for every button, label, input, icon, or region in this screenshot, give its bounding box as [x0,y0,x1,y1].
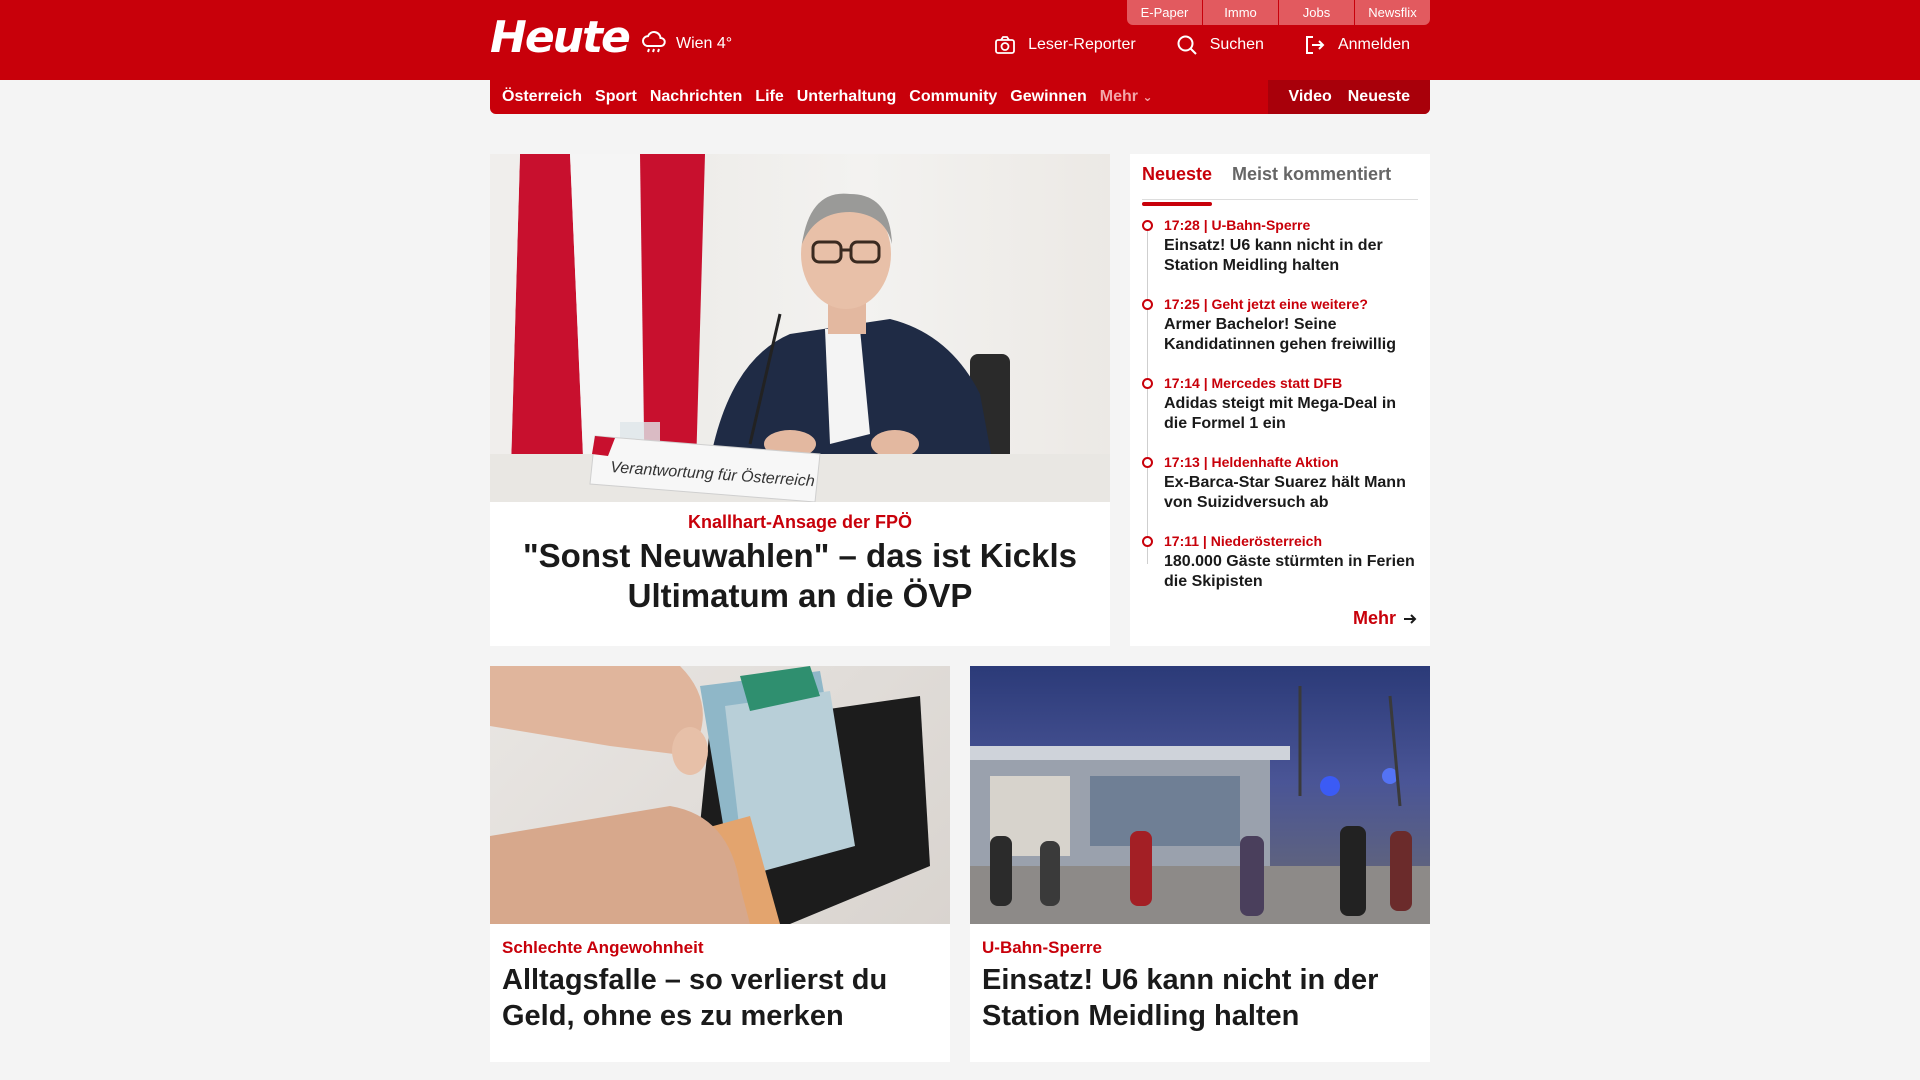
teaser-kicker[interactable]: U-Bahn-Sperre [982,938,1102,958]
timeline-dot-icon [1142,457,1153,468]
login-label: Anmelden [1337,36,1410,53]
lead-headline[interactable]: "Sonst Neuwahlen" – das ist Kickls Ultim… [510,536,1090,616]
teaser-article[interactable]: Schlechte Angewohnheit Alltagsfalle – so… [490,666,950,1062]
sidebar-more-label: Mehr [1352,608,1396,628]
teaser-image-wallet[interactable] [490,666,950,924]
login-button[interactable]: Anmelden [1304,34,1410,56]
tab-meist-kommentiert[interactable]: Meist kommentiert [1232,164,1391,199]
latest-news-sidebar: Neueste Meist kommentiert 17:28 | U-Bahn… [1130,154,1430,646]
nav-item-community[interactable]: Community [909,88,997,106]
list-item[interactable]: 17:25 | Geht jetzt eine weitere? Armer B… [1142,295,1422,374]
list-item-meta: 17:11 | Niederösterreich [1164,533,1322,549]
utility-links: E-Paper Immo Jobs Newsflix [1126,0,1430,25]
rain-cloud-icon [642,31,666,53]
nav-item-neueste[interactable]: Neueste [1348,88,1410,106]
chevron-down-icon: ⌄ [1142,90,1153,104]
nav-more-label: Mehr [1099,88,1138,105]
list-item-title[interactable]: Ex-Barca-Star Suarez hält Mann von Suizi… [1164,473,1422,513]
nav-item-sport[interactable]: Sport [595,88,637,106]
camera-icon [995,36,1015,54]
wallet-photo-illustration [490,666,930,924]
util-link-epaper[interactable]: E-Paper [1127,0,1202,25]
search-icon [1177,35,1197,55]
teaser-article[interactable]: U-Bahn-Sperre Einsatz! U6 kann nicht in … [970,666,1430,1062]
util-link-newsflix[interactable]: Newsflix [1355,0,1430,25]
nav-items: Österreich Sport Nachrichten Life Unterh… [490,88,1153,106]
teaser-headline[interactable]: Alltagsfalle – so verlierst du Geld, ohn… [502,962,942,1034]
teaser-image-station[interactable] [970,666,1430,924]
leser-reporter-button[interactable]: Leser-Reporter [994,34,1136,56]
site-header: Heute Wien 4° E-Paper Immo Jobs Newsflix… [0,0,1920,80]
sidebar-tabs: Neueste Meist kommentiert [1142,164,1418,206]
arrow-right-icon [1404,613,1417,624]
nav-item-gewinnen[interactable]: Gewinnen [1010,88,1086,106]
nav-item-oesterreich[interactable]: Österreich [502,88,582,106]
lead-photo-illustration: Verantwortung für Österreich [490,154,1110,502]
list-item-title[interactable]: Einsatz! U6 kann nicht in der Station Me… [1164,236,1422,276]
timeline-dot-icon [1142,299,1153,310]
search-label: Suchen [1209,36,1264,53]
teaser-kicker[interactable]: Schlechte Angewohnheit [502,938,704,958]
list-item-meta: 17:28 | U-Bahn-Sperre [1164,217,1311,233]
lead-article[interactable]: Verantwortung für Österreich Knallhart-A… [490,154,1110,646]
station-photo-illustration [970,686,1430,924]
list-item-meta: 17:13 | Heldenhafte Aktion [1164,454,1339,470]
login-icon [1305,36,1325,54]
util-link-jobs[interactable]: Jobs [1279,0,1354,25]
site-logo[interactable]: Heute [490,12,631,63]
list-item[interactable]: 17:13 | Heldenhafte Aktion Ex-Barca-Star… [1142,453,1422,532]
tab-neueste[interactable]: Neueste [1142,164,1213,206]
lead-kicker[interactable]: Knallhart-Ansage der FPÖ [490,512,1110,533]
nav-item-unterhaltung[interactable]: Unterhaltung [797,88,897,106]
news-timeline: 17:28 | U-Bahn-Sperre Einsatz! U6 kann n… [1142,216,1422,611]
weather-widget[interactable]: Wien 4° [640,30,732,58]
util-link-immo[interactable]: Immo [1203,0,1278,25]
nav-right: Video Neueste [1268,80,1430,114]
leser-reporter-label: Leser-Reporter [1028,36,1136,53]
lead-article-image[interactable]: Verantwortung für Österreich [490,154,1110,502]
list-item-title[interactable]: Adidas steigt mit Mega-Deal in die Forme… [1164,394,1422,434]
weather-label: Wien 4° [676,35,733,52]
timeline-dot-icon [1142,378,1153,389]
timeline-dot-icon [1142,220,1153,231]
main-nav: Österreich Sport Nachrichten Life Unterh… [490,80,1430,114]
list-item-meta: 17:14 | Mercedes statt DFB [1164,375,1343,391]
sidebar-more-link[interactable]: Mehr [1353,608,1418,629]
list-item-meta: 17:25 | Geht jetzt eine weitere? [1164,296,1368,312]
list-item[interactable]: 17:11 | Niederösterreich 180.000 Gäste s… [1142,532,1422,611]
list-item-title[interactable]: 180.000 Gäste stürmten in Ferien die Ski… [1164,552,1422,592]
nav-item-life[interactable]: Life [755,88,783,106]
list-item-title[interactable]: Armer Bachelor! Seine Kandidatinnen gehe… [1164,315,1422,355]
list-item[interactable]: 17:14 | Mercedes statt DFB Adidas steigt… [1142,374,1422,453]
header-inner: Heute Wien 4° E-Paper Immo Jobs Newsflix… [490,0,1430,80]
nav-item-video[interactable]: Video [1288,88,1331,106]
search-button[interactable]: Suchen [1176,34,1264,56]
nav-more-dropdown[interactable]: Mehr ⌄ [1100,88,1153,106]
header-actions: Leser-Reporter Suchen Anmelden [994,34,1410,56]
list-item[interactable]: 17:28 | U-Bahn-Sperre Einsatz! U6 kann n… [1142,216,1422,295]
teaser-headline[interactable]: Einsatz! U6 kann nicht in der Station Me… [982,962,1422,1034]
timeline-dot-icon [1142,536,1153,547]
nav-item-nachrichten[interactable]: Nachrichten [650,88,742,106]
